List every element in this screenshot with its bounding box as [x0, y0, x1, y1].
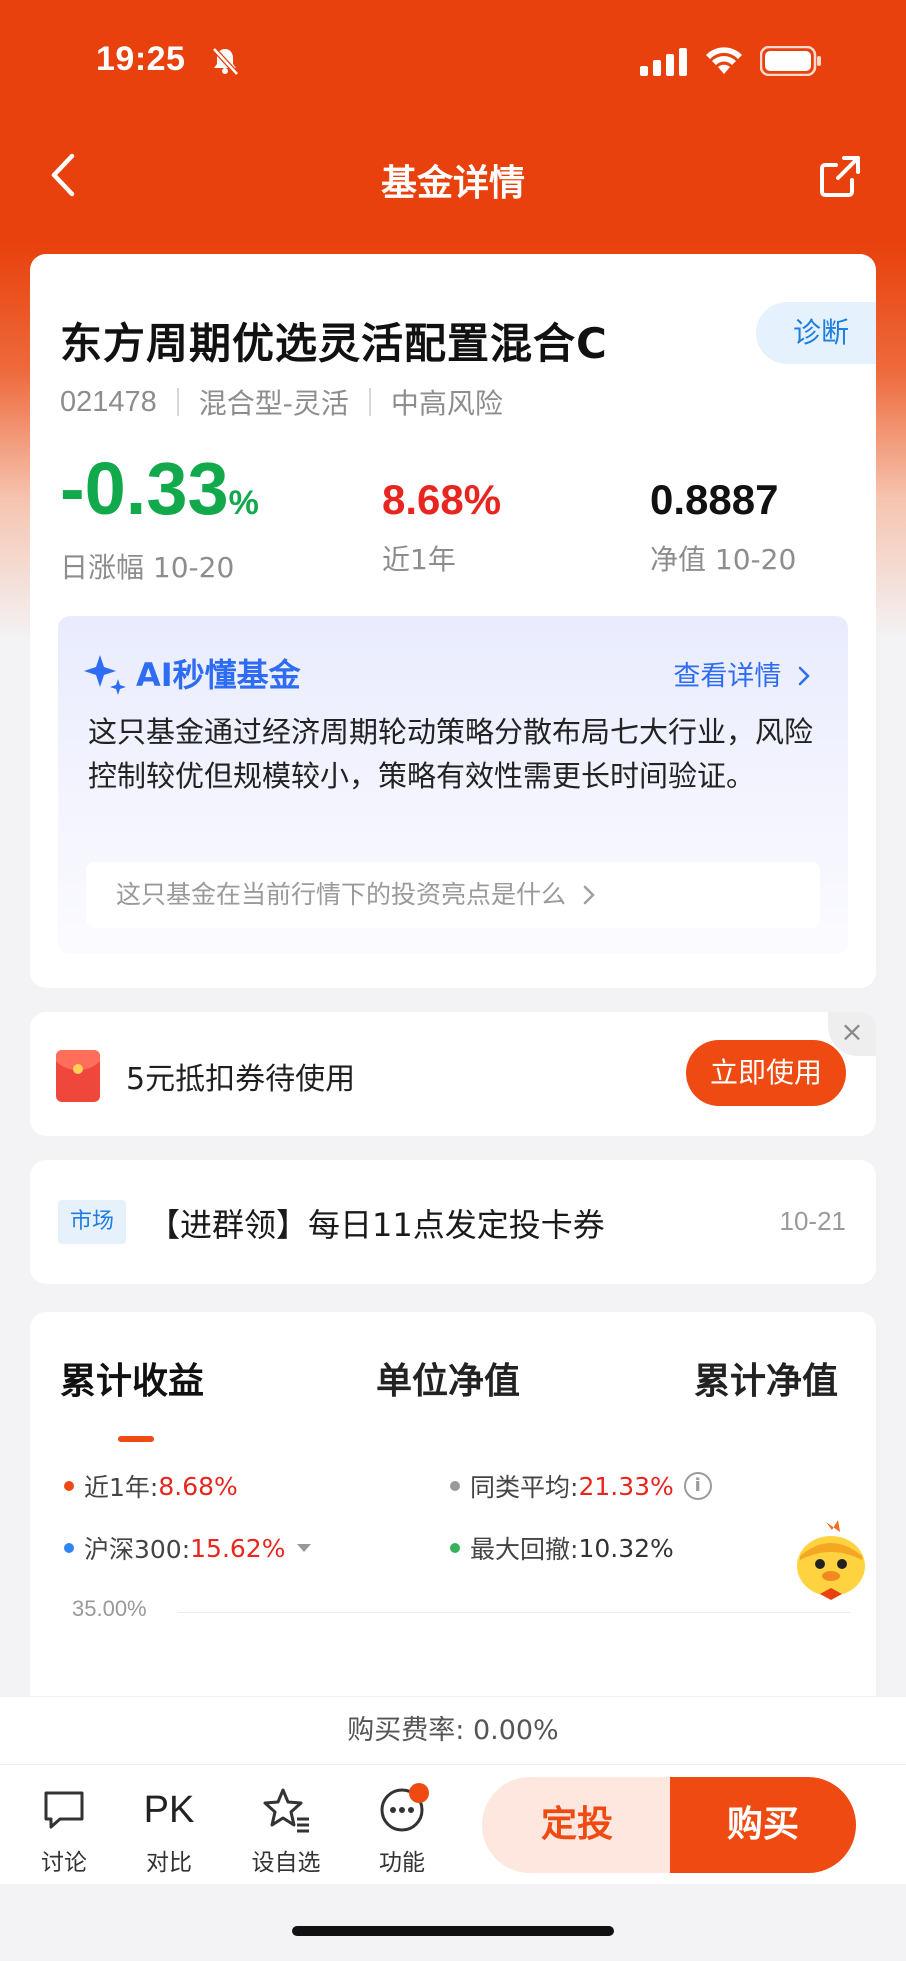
add-watchlist-button[interactable]: 设自选 [241, 1783, 331, 1877]
chevron-right-icon [583, 885, 595, 905]
discuss-button[interactable]: 讨论 [19, 1783, 109, 1877]
mascot-chick-icon[interactable] [786, 1516, 876, 1606]
functions-label: 功能 [379, 1850, 425, 1876]
diagnose-button[interactable]: 诊断 [756, 302, 876, 364]
tab-unit-nav[interactable]: 单位净值 [376, 1352, 520, 1404]
divider [368, 388, 371, 416]
fund-risk: 中高风险 [390, 387, 503, 420]
info-icon[interactable]: i [683, 1472, 712, 1500]
compare-button[interactable]: PK 对比 [124, 1783, 214, 1877]
legend-dot [64, 1481, 74, 1491]
bottom-action-bar: 讨论 PK 对比 设自选 功能 定投 购买 [0, 1764, 906, 1884]
nav-value: 0.8887 [650, 476, 779, 523]
active-tab-indicator [118, 1436, 154, 1442]
one-year-stat: 8.68% 近1年 [382, 474, 501, 578]
legend-value: 15.62% [190, 1533, 286, 1563]
news-tag: 市场 [58, 1200, 126, 1244]
legend-max-drawdown: 最大回撤: 10.32% [450, 1530, 674, 1566]
coupon-banner: 5元抵扣券待使用 立即使用 × [30, 1012, 876, 1136]
purchase-fee: 购买费率: 0.00% [0, 1696, 906, 1764]
watchlist-label: 设自选 [251, 1850, 321, 1876]
buy-button[interactable]: 购买 [670, 1777, 856, 1873]
status-time: 19:25 [96, 40, 186, 78]
daily-change-value: -0.33 [60, 447, 229, 530]
daily-change-unit: % [228, 484, 259, 522]
legend-dot [64, 1543, 74, 1553]
legend-dot [450, 1543, 460, 1553]
discuss-label: 讨论 [41, 1850, 87, 1876]
legend-hs300[interactable]: 沪深300: 15.62% [64, 1530, 312, 1566]
legend-value: 10.32% [578, 1533, 674, 1563]
fund-meta: 021478 混合型-灵活 中高风险 [60, 382, 503, 422]
home-indicator[interactable] [292, 1926, 614, 1936]
legend-dot [450, 1481, 460, 1491]
nav-stat: 0.8887 净值 10-20 [650, 474, 796, 578]
legend-peer-average: 同类平均: 21.33% i [450, 1468, 712, 1504]
battery-icon [759, 45, 822, 80]
grid-line [178, 1612, 850, 1613]
legend-value: 8.68% [158, 1471, 238, 1501]
tab-cumulative-return[interactable]: 累计收益 [60, 1352, 204, 1404]
legend-label: 近1年: [84, 1473, 159, 1502]
legend-value: 21.33% [578, 1471, 674, 1501]
divider [176, 388, 179, 416]
fund-type: 混合型-灵活 [198, 387, 349, 420]
nav-label: 净值 10-20 [650, 543, 797, 576]
ai-summary-text: 这只基金通过经济周期轮动策略分散布局七大行业，风险控制较优但规模较小，策略有效性… [88, 715, 814, 793]
home-indicator-area [0, 1884, 906, 1961]
star-list-icon [263, 1788, 309, 1833]
cellular-signal-icon [640, 48, 690, 80]
legend-one-year: 近1年: 8.68% [64, 1468, 238, 1504]
ai-suggested-question[interactable]: 这只基金在当前行情下的投资亮点是什么 [86, 862, 820, 928]
functions-button[interactable]: 功能 [357, 1783, 447, 1877]
performance-chart-card: 累计收益 单位净值 累计净值 近1年: 8.68% 同类平均: 21.33% i 沪… [30, 1312, 876, 1712]
y-axis-top-label: 35.00% [72, 1596, 147, 1621]
ai-summary-panel: AI秒懂基金 查看详情 这只基金通过经济周期轮动策略分散布局七大行业，风险控制较… [58, 616, 848, 954]
status-bar: 19:25 [0, 0, 906, 120]
one-year-label: 近1年 [382, 543, 456, 576]
ai-question-text: 这只基金在当前行情下的投资亮点是什么 [116, 880, 567, 909]
notification-badge [409, 1783, 429, 1803]
news-date: 10-21 [779, 1206, 847, 1236]
ai-title-text: AI秒懂基金 [136, 656, 301, 694]
wifi-icon [704, 44, 744, 80]
use-coupon-button[interactable]: 立即使用 [686, 1040, 846, 1106]
share-button[interactable] [816, 152, 864, 200]
ai-title: AI秒懂基金 [84, 650, 301, 696]
page-title: 基金详情 [380, 163, 525, 204]
ai-view-details-label: 查看详情 [673, 661, 782, 692]
chat-bubble-icon [44, 1791, 84, 1829]
tab-cumulative-nav[interactable]: 累计净值 [694, 1352, 838, 1404]
legend-label: 同类平均: [470, 1473, 579, 1502]
fund-name: 东方周期优选灵活配置混合C [60, 319, 608, 368]
auto-invest-button[interactable]: 定投 [482, 1777, 672, 1873]
one-year-value: 8.68% [382, 476, 502, 523]
chevron-right-icon [798, 666, 810, 686]
coupon-text: 5元抵扣券待使用 [126, 1062, 356, 1097]
fund-summary-card: 东方周期优选灵活配置混合C 诊断 021478 混合型-灵活 中高风险 -0.3… [30, 254, 876, 988]
news-text: 【进群领】每日11点发定投卡券 [148, 1206, 605, 1244]
red-envelope-icon [56, 1050, 100, 1102]
daily-change-label: 日涨幅 10-20 [60, 551, 235, 584]
compare-label: 对比 [146, 1850, 192, 1876]
ai-view-details-link[interactable]: 查看详情 [673, 654, 812, 693]
sparkle-icon [84, 655, 126, 695]
pk-icon: PK [143, 1788, 195, 1831]
caret-down-icon [297, 1544, 312, 1552]
legend-label: 最大回撤: [470, 1535, 579, 1564]
daily-change-stat: -0.33% 日涨幅 10-20 [60, 450, 259, 586]
fund-code: 021478 [60, 385, 157, 418]
muted-bell-icon [210, 46, 240, 80]
legend-label: 沪深300: [84, 1535, 191, 1564]
share-icon [820, 156, 860, 197]
news-banner[interactable]: 市场 【进群领】每日11点发定投卡券 10-21 [30, 1160, 876, 1284]
